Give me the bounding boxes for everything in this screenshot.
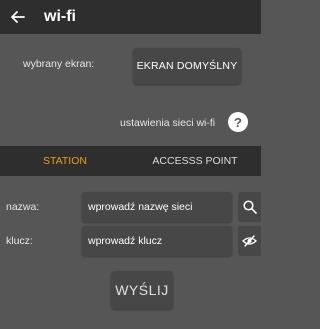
arrow-left-icon	[11, 11, 25, 23]
key-row: klucz: wprowadź klucz	[0, 226, 261, 256]
default-screen-button[interactable]: EKRAN DOMYŚLNY	[133, 48, 241, 84]
app-header: wi-fi	[0, 0, 261, 34]
help-icon[interactable]: ?	[228, 112, 248, 132]
eye-off-icon	[242, 235, 257, 247]
tab-station[interactable]: STATION	[0, 146, 130, 176]
send-button[interactable]: WYŚLIJ	[111, 271, 173, 309]
search-button[interactable]	[238, 192, 261, 222]
toggle-visibility-button[interactable]	[238, 226, 261, 256]
name-label: nazwa:	[6, 201, 40, 213]
tab-access-point[interactable]: ACCESSS POINT	[130, 146, 260, 176]
search-icon	[242, 200, 257, 214]
wifi-settings-label: ustawienia sieci wi-fi	[120, 117, 216, 129]
screen-row: wybrany ekran: EKRAN DOMYŚLNY	[0, 48, 261, 84]
name-row: nazwa: wprowadź nazwę sieci	[0, 192, 261, 222]
back-button[interactable]	[10, 9, 26, 25]
wifi-settings-row: ustawienia sieci wi-fi ?	[0, 108, 261, 136]
mode-tabs: STATION ACCESSS POINT	[0, 146, 261, 176]
key-label: klucz:	[6, 235, 33, 247]
network-name-input[interactable]: wprowadź nazwę sieci	[82, 192, 232, 222]
key-input[interactable]: wprowadź klucz	[82, 226, 232, 256]
screen-label: wybrany ekran:	[23, 58, 95, 70]
page-title: wi-fi	[44, 8, 76, 25]
